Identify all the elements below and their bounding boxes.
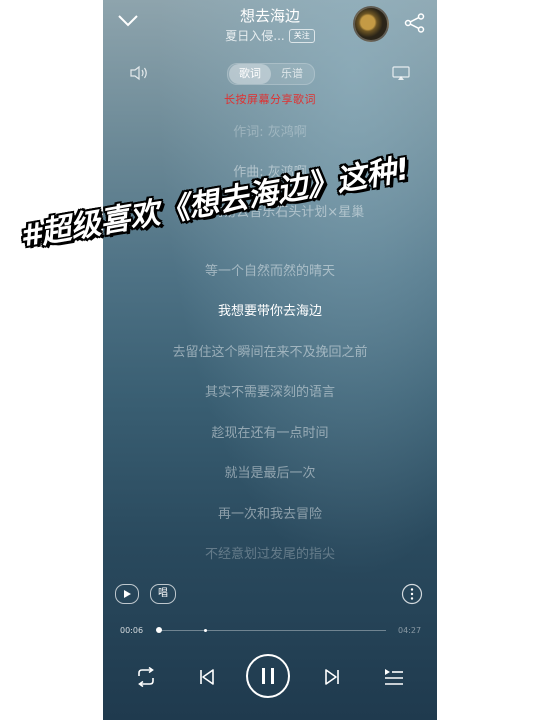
- tab-sheet[interactable]: 乐谱: [271, 64, 313, 84]
- lyric-line[interactable]: 去留住这个瞬间在来不及挽回之前: [103, 341, 437, 360]
- more-icon[interactable]: [401, 583, 423, 605]
- lyric-line[interactable]: 等一个自然而然的晴天: [103, 260, 437, 279]
- share-lyrics-hint: 长按屏幕分享歌词: [224, 93, 316, 106]
- lyric-line[interactable]: 其实不需要深刻的语言: [103, 381, 437, 400]
- lyrics-sheet-toggle: 歌词 乐谱: [227, 63, 315, 85]
- previous-track-icon[interactable]: [198, 668, 216, 686]
- volume-icon[interactable]: [129, 65, 149, 81]
- share-icon[interactable]: [404, 13, 426, 33]
- elapsed-time: 00:06: [120, 626, 144, 635]
- playlist-icon[interactable]: [383, 668, 405, 686]
- tab-lyrics[interactable]: 歌词: [229, 64, 271, 84]
- lyric-line[interactable]: 再一次和我去冒险: [103, 503, 437, 522]
- lyric-line[interactable]: 就当是最后一次: [103, 462, 437, 481]
- artist-name[interactable]: 夏日入侵...: [225, 29, 284, 43]
- lyric-line[interactable]: 不经意划过发尾的指尖: [103, 543, 437, 562]
- video-play-icon: [124, 590, 131, 598]
- next-track-icon[interactable]: [323, 668, 341, 686]
- lyric-line[interactable]: 趁现在还有一点时间: [103, 422, 437, 441]
- pause-button[interactable]: [246, 654, 290, 698]
- progress-thumb[interactable]: [156, 627, 162, 633]
- avatar[interactable]: [353, 6, 389, 42]
- repeat-icon[interactable]: [135, 667, 157, 687]
- progress-track[interactable]: [158, 630, 386, 631]
- sing-button[interactable]: 唱: [150, 584, 176, 604]
- cast-icon[interactable]: [392, 66, 410, 81]
- lyric-line[interactable]: 作词: 灰鸿啊: [103, 121, 437, 140]
- buffer-marker: [204, 629, 207, 632]
- video-play-button[interactable]: [115, 584, 139, 604]
- pause-icon: [262, 668, 274, 684]
- player-screen: 想去海边 夏日入侵... 关注 歌词 乐谱 长按屏幕分享歌词 作词: 灰鸿啊 作曲…: [103, 0, 437, 720]
- follow-button[interactable]: 关注: [288, 29, 315, 43]
- total-time: 04:27: [398, 626, 422, 635]
- current-lyric-line[interactable]: 我想要带你去海边: [103, 300, 437, 319]
